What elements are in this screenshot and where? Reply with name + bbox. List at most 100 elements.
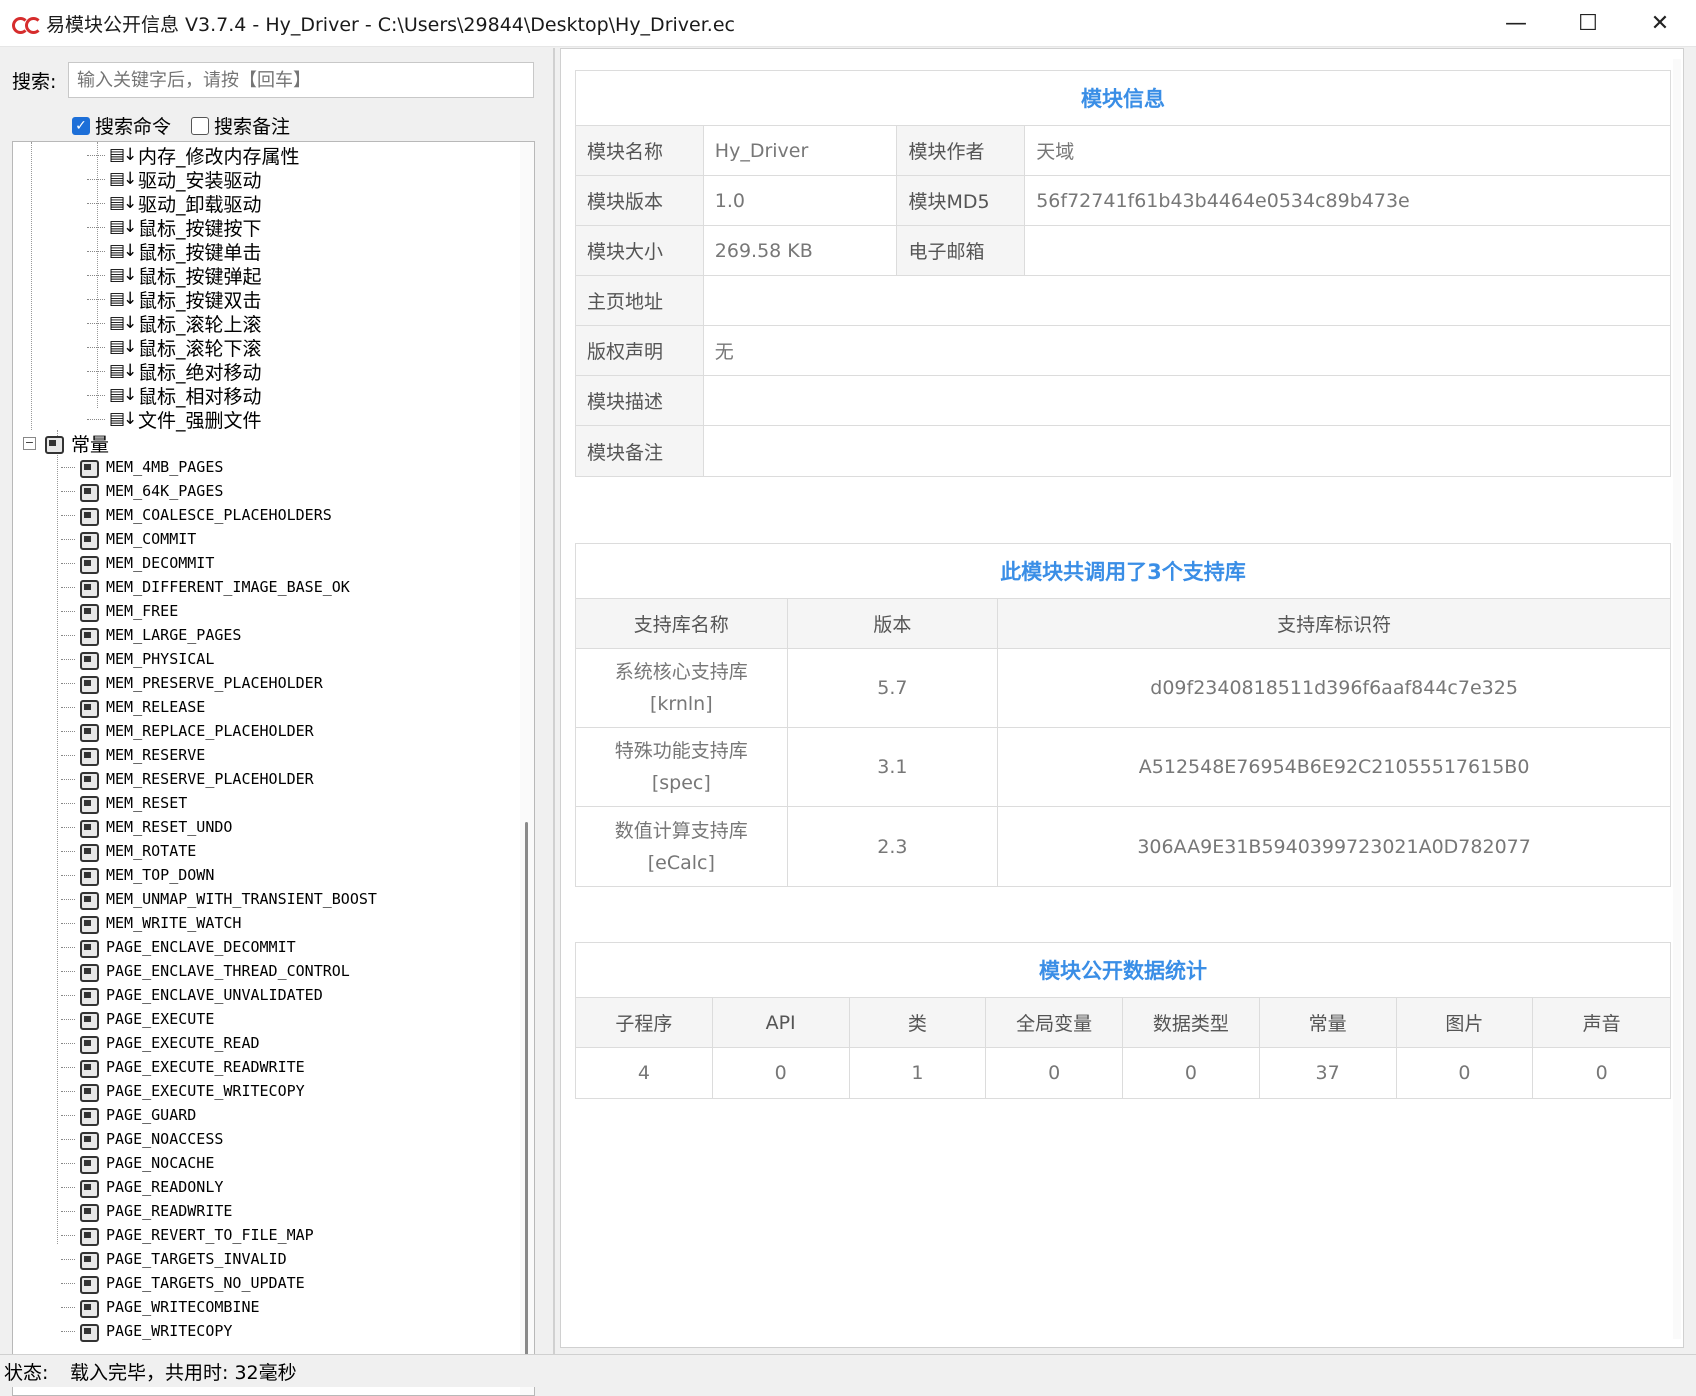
constant-icon [79, 554, 99, 574]
tree-constant-item[interactable]: MEM_ROTATE [61, 839, 196, 863]
tree-command-item[interactable]: ▤↓ 鼠标_按键单击 [87, 239, 262, 264]
tree-guide-line [57, 430, 58, 1244]
tree-command-item[interactable]: ▤↓ 鼠标_滚轮上滚 [87, 311, 262, 336]
tree-constant-item[interactable]: PAGE_GUARD [61, 1103, 196, 1127]
tree-command-item[interactable]: ▤↓ 鼠标_滚轮下滚 [87, 335, 262, 360]
tree-constant-item[interactable]: PAGE_NOCACHE [61, 1151, 214, 1175]
tree-constant-label: MEM_LARGE_PAGES [106, 626, 242, 644]
table-row: 模块备注 [576, 426, 1670, 476]
tree-constant-item[interactable]: MEM_UNMAP_WITH_TRANSIENT_BOOST [61, 887, 377, 911]
lib-name-cell: 系统核心支持库 [krnln] [576, 649, 788, 727]
module-tree[interactable]: ▤↓ 内存_修改内存属性 ▤↓ 驱动_安装驱动 ▤↓ 驱动_卸载驱动 ▤↓ 鼠标_按键按下 ▤↓… [12, 141, 535, 1396]
tree-constant-item[interactable]: MEM_RESET [61, 791, 187, 815]
search-notes-checkbox[interactable] [191, 116, 210, 135]
command-icon: ▤↓ [109, 409, 137, 429]
tree-constant-item[interactable]: PAGE_TARGETS_INVALID [61, 1247, 287, 1271]
note-value [704, 426, 1670, 476]
tree-connector [61, 826, 75, 828]
tree-constant-item[interactable]: MEM_DIFFERENT_IMAGE_BASE_OK [61, 575, 350, 599]
maximize-button[interactable]: ☐ [1552, 0, 1624, 47]
lib-version: 5.7 [788, 649, 999, 727]
tree-constant-item[interactable]: MEM_TOP_DOWN [61, 863, 214, 887]
tree-constant-label: MEM_DECOMMIT [106, 554, 215, 572]
tree-constant-item[interactable]: PAGE_NOACCESS [61, 1127, 223, 1151]
search-input[interactable] [68, 62, 534, 98]
tree-scrollbar-thumb[interactable] [525, 822, 528, 1372]
stats-value: 0 [986, 1048, 1123, 1098]
tree-command-item[interactable]: ▤↓ 内存_修改内存属性 [87, 143, 300, 168]
version-label: 模块版本 [576, 176, 704, 225]
table-row: 模块版本 1.0 模块MD5 56f72741f61b43b4464e0534c… [576, 176, 1670, 226]
tree-constant-label: PAGE_NOCACHE [106, 1154, 215, 1172]
tree-command-item[interactable]: ▤↓ 鼠标_按键双击 [87, 287, 262, 312]
tree-constant-item[interactable]: MEM_RESERVE_PLACEHOLDER [61, 767, 314, 791]
tree-constant-label: PAGE_EXECUTE [106, 1010, 215, 1028]
table-row: 4 0 1 0 0 37 0 0 [576, 1048, 1670, 1098]
tree-constant-item[interactable]: MEM_4MB_PAGES [61, 455, 223, 479]
tree-constant-item[interactable]: MEM_WRITE_WATCH [61, 911, 241, 935]
tree-constant-item[interactable]: PAGE_TARGETS_NO_UPDATE [61, 1271, 305, 1295]
tree-constant-item[interactable]: MEM_PRESERVE_PLACEHOLDER [61, 671, 323, 695]
collapse-icon[interactable]: − [23, 436, 36, 450]
column-header: 版本 [787, 599, 999, 648]
tree-command-item[interactable]: ▤↓ 鼠标_相对移动 [87, 383, 262, 408]
tree-connector [61, 1330, 75, 1332]
tree-constant-label: PAGE_GUARD [106, 1106, 197, 1124]
command-icon: ▤↓ [109, 337, 137, 357]
tree-command-item[interactable]: ▤↓ 鼠标_按键按下 [87, 215, 262, 240]
tree-constant-item[interactable]: PAGE_ENCLAVE_UNVALIDATED [61, 983, 323, 1007]
tree-constant-label: MEM_ROTATE [106, 842, 197, 860]
tree-constant-item[interactable]: MEM_64K_PAGES [61, 479, 223, 503]
tree-constant-item[interactable]: PAGE_WRITECOMBINE [61, 1295, 260, 1319]
tree-constant-item[interactable]: MEM_COALESCE_PLACEHOLDERS [61, 503, 332, 527]
tree-constant-item[interactable]: PAGE_EXECUTE_WRITECOPY [61, 1079, 305, 1103]
tree-command-label: 鼠标_滚轮上滚 [138, 313, 262, 336]
tree-command-label: 鼠标_按键弹起 [138, 265, 262, 288]
tree-constant-item[interactable]: MEM_DECOMMIT [61, 551, 214, 575]
tree-constant-item[interactable]: PAGE_READWRITE [61, 1199, 232, 1223]
tree-connector [87, 154, 105, 156]
tree-command-item[interactable]: ▤↓ 驱动_卸载驱动 [87, 191, 262, 216]
tree-connector [61, 1282, 75, 1284]
right-scrollbar[interactable] [1673, 59, 1681, 1339]
tree-command-label: 鼠标_按键按下 [138, 217, 262, 240]
stats-table: 模块公开数据统计 子程序 API 类全局变量 数据类型 常量 图片 声音 4 0 1 0 0 37 0 0 [575, 942, 1671, 1099]
tree-command-item[interactable]: ▤↓ 鼠标_按键弹起 [87, 263, 262, 288]
tree-constant-item[interactable]: PAGE_READONLY [61, 1175, 223, 1199]
tree-constant-item[interactable]: MEM_RESERVE [61, 743, 205, 767]
tree-constant-item[interactable]: PAGE_REVERT_TO_FILE_MAP [61, 1223, 314, 1247]
constant-icon [79, 506, 99, 526]
tree-connector [61, 754, 75, 756]
tree-constant-label: MEM_COALESCE_PLACEHOLDERS [106, 506, 332, 524]
tree-constants-group[interactable]: − 常量 [23, 431, 109, 456]
tree-constant-item[interactable]: PAGE_EXECUTE_READ [61, 1031, 260, 1055]
search-notes-option[interactable]: 搜索备注 [191, 112, 290, 139]
minimize-button[interactable]: — [1480, 0, 1552, 47]
search-commands-option[interactable]: ✓ 搜索命令 [72, 112, 171, 139]
tree-constant-item[interactable]: MEM_LARGE_PAGES [61, 623, 241, 647]
search-commands-checkbox[interactable]: ✓ [72, 116, 90, 135]
tree-constant-item[interactable]: PAGE_EXECUTE [61, 1007, 214, 1031]
tree-constant-item[interactable]: MEM_RELEASE [61, 695, 205, 719]
tree-constant-item[interactable]: MEM_RESET_UNDO [61, 815, 232, 839]
tree-constant-item[interactable]: PAGE_ENCLAVE_DECOMMIT [61, 935, 296, 959]
tree-scrollbar[interactable] [520, 142, 534, 1395]
tree-constant-item[interactable]: PAGE_ENCLAVE_THREAD_CONTROL [61, 959, 350, 983]
tree-constant-item[interactable]: MEM_FREE [61, 599, 178, 623]
tree-constant-item[interactable]: MEM_PHYSICAL [61, 647, 214, 671]
lib-name: 特殊功能支持库 [614, 740, 748, 762]
tree-connector [87, 298, 105, 300]
panel-splitter[interactable] [553, 48, 555, 1354]
tree-command-item[interactable]: ▤↓ 文件_强删文件 [87, 407, 262, 432]
tree-constant-item[interactable]: PAGE_WRITECOPY [61, 1319, 232, 1343]
tree-constant-item[interactable]: MEM_REPLACE_PLACEHOLDER [61, 719, 314, 743]
tree-constant-item[interactable]: PAGE_EXECUTE_READWRITE [61, 1055, 305, 1079]
command-icon: ▤↓ [109, 145, 137, 165]
tree-constant-item[interactable]: MEM_COMMIT [61, 527, 196, 551]
close-button[interactable]: ✕ [1624, 0, 1696, 47]
tree-command-item[interactable]: ▤↓ 驱动_安装驱动 [87, 167, 262, 192]
table-row: 主页地址 [576, 276, 1670, 326]
email-value [1025, 226, 1670, 275]
tree-command-item[interactable]: ▤↓ 鼠标_绝对移动 [87, 359, 262, 384]
tree-connector [61, 946, 75, 948]
